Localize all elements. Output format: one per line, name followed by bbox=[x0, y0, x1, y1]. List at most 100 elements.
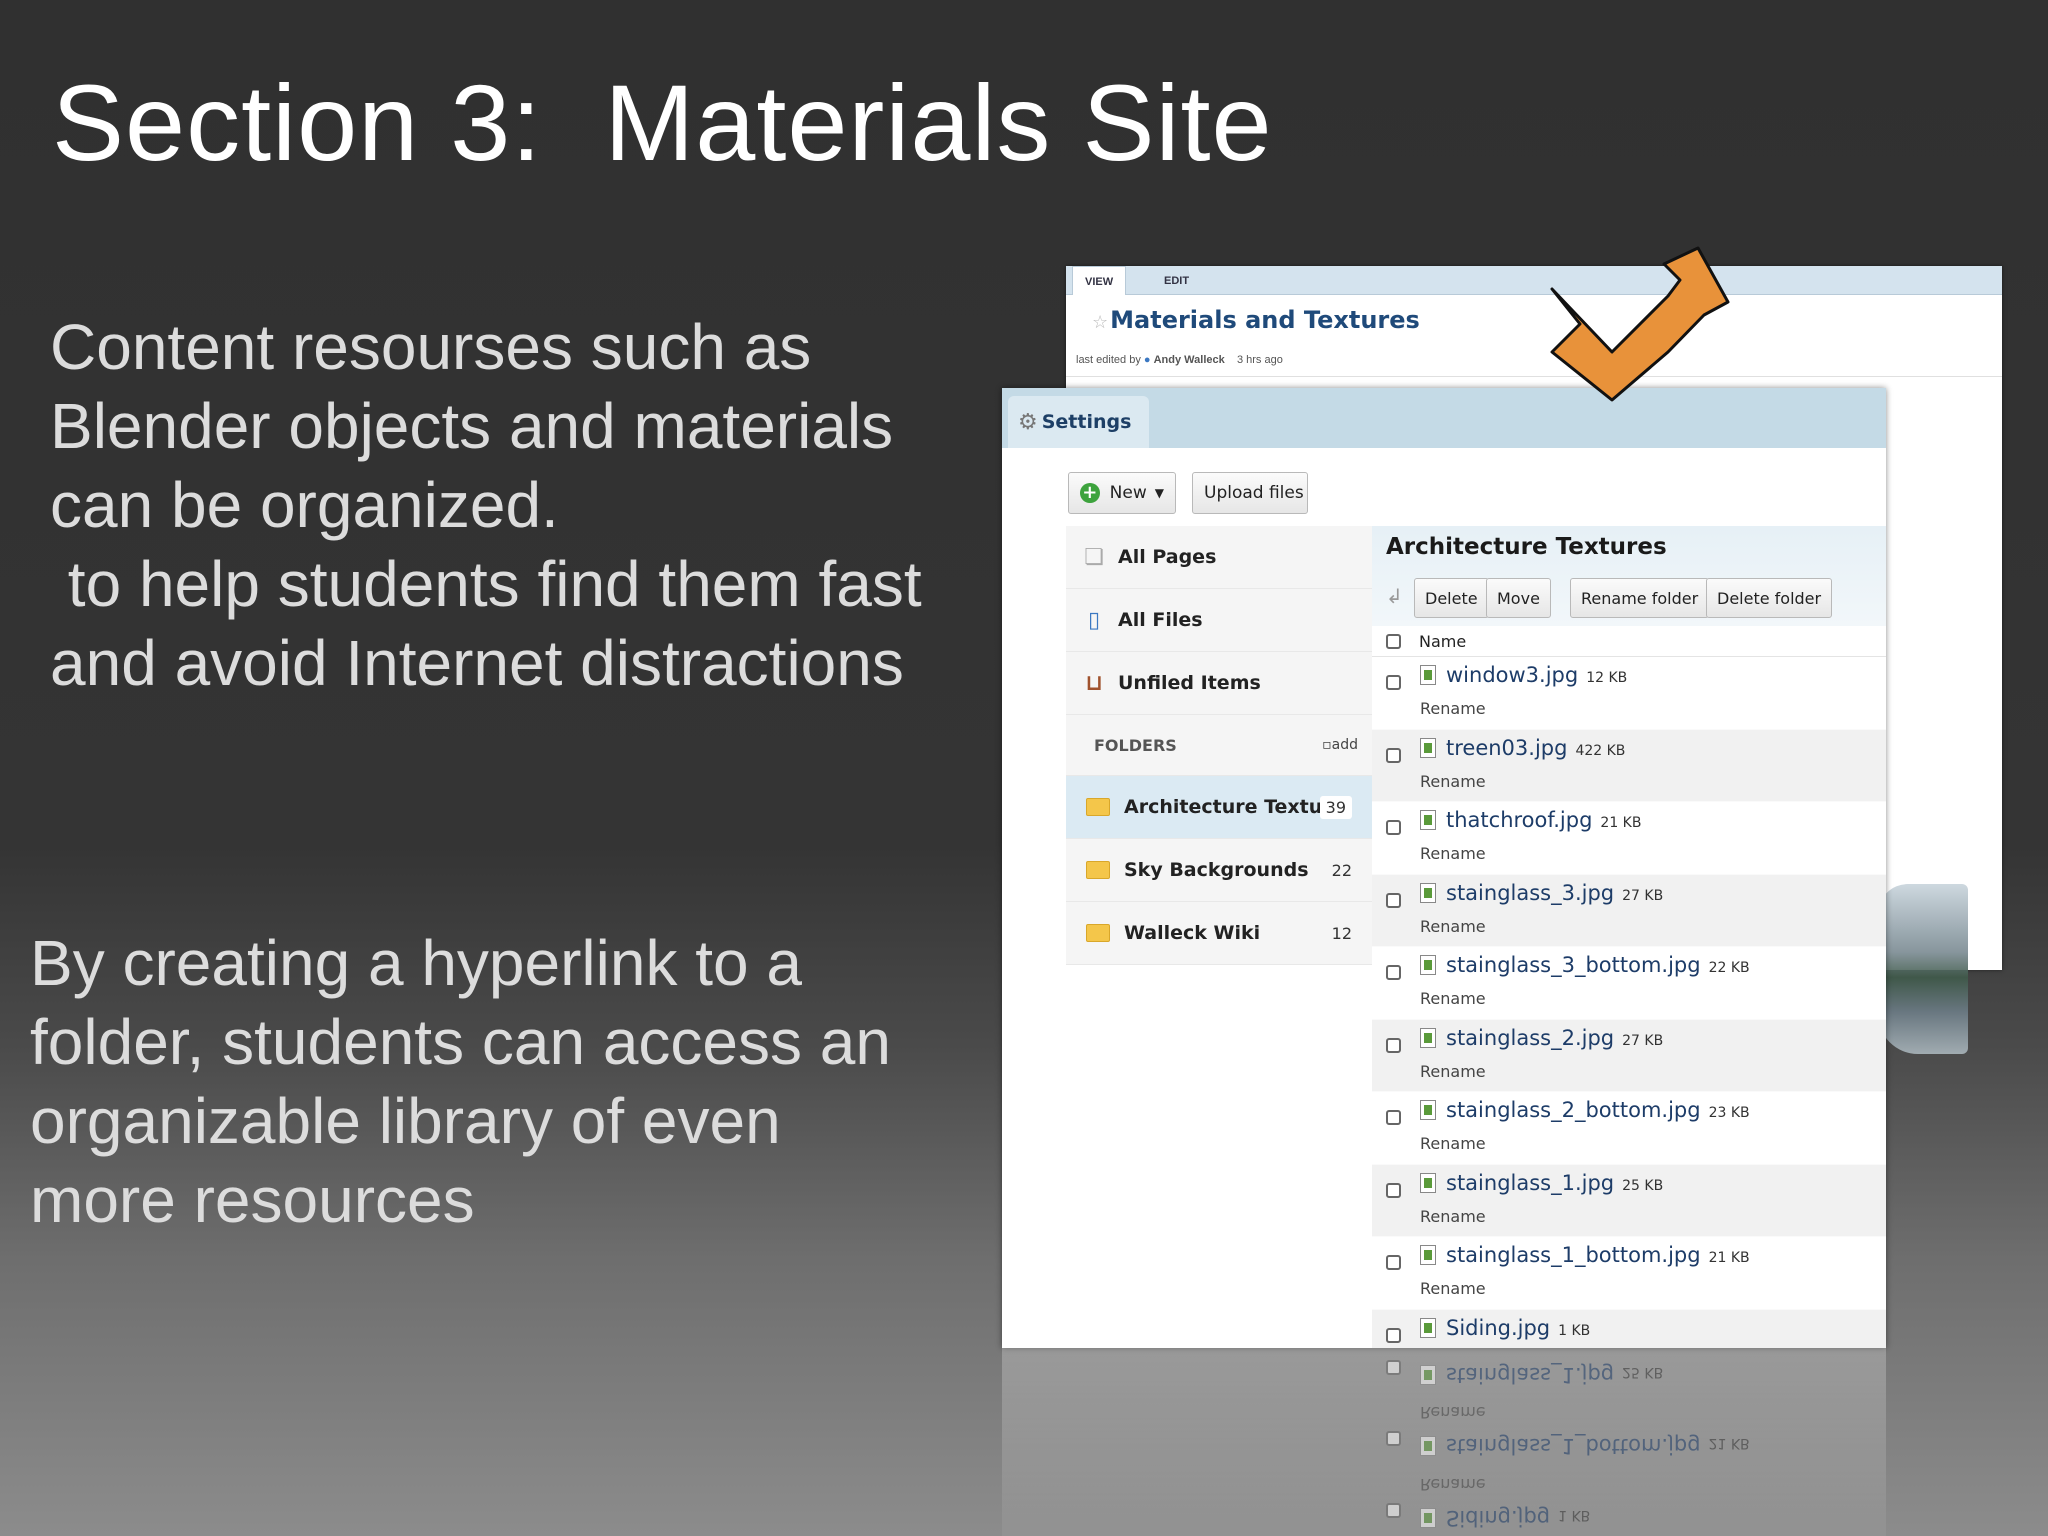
file-checkbox[interactable] bbox=[1386, 820, 1401, 835]
image-file-icon bbox=[1420, 955, 1436, 975]
file-row[interactable]: stainglass_1_bottom.jpg 21 KB Rename bbox=[1372, 1237, 1886, 1310]
file-row[interactable]: thatchroof.jpg 21 KB Rename bbox=[1372, 802, 1886, 875]
file-name-link[interactable]: stainglass_2_bottom.jpg 23 KB bbox=[1446, 1098, 1750, 1122]
rename-link[interactable]: Rename bbox=[1420, 699, 1486, 718]
file-row[interactable]: Siding.jpg 1 KB Rename bbox=[1372, 1309, 1886, 1348]
file-size: 22 KB bbox=[1708, 960, 1750, 976]
sidebar-item-all-files[interactable]: ▯ All Files bbox=[1066, 589, 1372, 652]
meta-user-link[interactable]: Andy Walleck bbox=[1154, 354, 1225, 366]
file-name-link[interactable]: treen03.jpg 422 KB bbox=[1446, 736, 1625, 760]
file-name-link[interactable]: stainglass_2.jpg 27 KB bbox=[1446, 1026, 1663, 1050]
file-size: 1 KB bbox=[1558, 1322, 1591, 1339]
star-icon[interactable]: ☆ bbox=[1092, 312, 1108, 333]
file-checkbox[interactable] bbox=[1386, 1110, 1401, 1125]
file-name[interactable]: stainglass_3_bottom.jpg bbox=[1446, 953, 1701, 977]
folders-header: FOLDERS ▫add bbox=[1066, 715, 1372, 776]
file-name-link: stainglass_1_bottom.jpg 21 KB bbox=[1446, 1435, 1750, 1459]
folder-icon bbox=[1086, 798, 1110, 816]
sidebar-item-all-pages[interactable]: ❏ All Pages bbox=[1066, 526, 1372, 589]
new-button[interactable]: + New ▼ bbox=[1068, 472, 1176, 514]
file-name-link[interactable]: stainglass_3.jpg 27 KB bbox=[1446, 881, 1663, 905]
rename-link[interactable]: Rename bbox=[1420, 1134, 1486, 1153]
file-name-link[interactable]: stainglass_1_bottom.jpg 21 KB bbox=[1446, 1243, 1750, 1267]
file-checkbox[interactable] bbox=[1386, 965, 1401, 980]
file-name[interactable]: stainglass_1.jpg bbox=[1446, 1171, 1614, 1195]
file-name-link[interactable]: stainglass_1.jpg 25 KB bbox=[1446, 1171, 1663, 1195]
image-file-icon bbox=[1420, 737, 1436, 758]
file-name[interactable]: stainglass_2_bottom.jpg bbox=[1446, 1098, 1701, 1122]
rename-link[interactable]: Rename bbox=[1420, 1062, 1486, 1081]
sidebar-item-label: All Pages bbox=[1118, 546, 1217, 568]
rename-link[interactable]: Rename bbox=[1420, 917, 1486, 936]
folder-count: 12 bbox=[1331, 923, 1352, 943]
file-name[interactable]: thatchroof.jpg bbox=[1446, 808, 1592, 832]
plus-icon: + bbox=[1080, 483, 1100, 503]
new-button-label: New bbox=[1109, 483, 1147, 503]
rename-link[interactable]: Rename bbox=[1420, 1279, 1486, 1298]
file-name[interactable]: window3.jpg bbox=[1446, 663, 1578, 687]
image-file-icon bbox=[1420, 665, 1436, 685]
file-name-link[interactable]: Siding.jpg 1 KB bbox=[1446, 1316, 1590, 1340]
folder-name: Architecture Textu... bbox=[1124, 796, 1344, 818]
reflected-file-row: Siding.jpg 1 KB Rename bbox=[1372, 1465, 1886, 1536]
delete-folder-button[interactable]: Delete folder bbox=[1706, 578, 1833, 618]
file-row[interactable]: stainglass_2_bottom.jpg 23 KB Rename bbox=[1372, 1092, 1886, 1165]
folders-heading: FOLDERS bbox=[1094, 735, 1177, 755]
slide-paragraph-content: Content resourses such as Blender object… bbox=[50, 311, 922, 699]
rename-link[interactable]: Rename bbox=[1420, 1207, 1486, 1226]
rename-folder-button[interactable]: Rename folder bbox=[1570, 578, 1710, 618]
files-settings-window: ⚙ Settings + New ▼ Upload files ❏ All Pa… bbox=[1002, 388, 1886, 1348]
file-checkbox[interactable] bbox=[1386, 1255, 1401, 1270]
file-row[interactable]: window3.jpg 12 KB Rename bbox=[1372, 657, 1886, 730]
rename-link[interactable]: Rename bbox=[1420, 772, 1486, 791]
sidebar-folder-walleck-wiki[interactable]: Walleck Wiki 12 bbox=[1066, 902, 1372, 965]
file-name[interactable]: stainglass_2.jpg bbox=[1446, 1026, 1614, 1050]
file-checkbox[interactable] bbox=[1386, 675, 1401, 690]
folder-icon bbox=[1086, 861, 1110, 879]
file-checkbox bbox=[1386, 1360, 1401, 1375]
wiki-page-title: ☆Materials and Textures bbox=[1092, 306, 1420, 334]
wiki-tab-bar: VIEW EDIT bbox=[1066, 266, 2002, 295]
image-file-icon bbox=[1420, 1365, 1436, 1385]
move-button[interactable]: Move bbox=[1486, 578, 1551, 618]
sidebar-item-label: All Files bbox=[1118, 609, 1203, 631]
tab-edit[interactable]: EDIT bbox=[1152, 266, 1201, 294]
file-name[interactable]: stainglass_1_bottom.jpg bbox=[1446, 1243, 1701, 1267]
file-checkbox[interactable] bbox=[1386, 1327, 1401, 1343]
sidebar-folder-sky-backgrounds[interactable]: Sky Backgrounds 22 bbox=[1066, 839, 1372, 902]
tab-view[interactable]: VIEW bbox=[1072, 266, 1127, 295]
upload-files-button[interactable]: Upload files bbox=[1192, 472, 1308, 514]
file-row[interactable]: stainglass_1.jpg 25 KB Rename bbox=[1372, 1164, 1886, 1237]
file-name-link[interactable]: stainglass_3_bottom.jpg 22 KB bbox=[1446, 953, 1750, 977]
add-folder-link[interactable]: ▫add bbox=[1322, 737, 1358, 753]
file-checkbox[interactable] bbox=[1386, 892, 1401, 908]
file-size: 25 KB bbox=[1622, 1177, 1664, 1194]
image-file-icon bbox=[1420, 810, 1436, 830]
sidebar-item-label: Unfiled Items bbox=[1118, 672, 1261, 694]
file-name: Siding.jpg bbox=[1446, 1506, 1551, 1530]
wiki-last-edited: last edited by ● Andy Walleck 3 hrs ago bbox=[1076, 354, 1283, 366]
file-name-link[interactable]: window3.jpg 12 KB bbox=[1446, 663, 1627, 687]
file-row[interactable]: stainglass_3_bottom.jpg 22 KB Rename bbox=[1372, 947, 1886, 1020]
rename-link[interactable]: Rename bbox=[1420, 844, 1486, 863]
file-row[interactable]: stainglass_3.jpg 27 KB Rename bbox=[1372, 874, 1886, 947]
delete-button[interactable]: Delete bbox=[1414, 578, 1489, 618]
file-name[interactable]: treen03.jpg bbox=[1446, 736, 1567, 760]
file-checkbox[interactable] bbox=[1386, 747, 1401, 763]
name-column-header[interactable]: Name bbox=[1419, 632, 1466, 651]
rename-link[interactable]: Rename bbox=[1420, 989, 1486, 1008]
sidebar-item-unfiled[interactable]: ⊔ Unfiled Items bbox=[1066, 652, 1372, 715]
file-name[interactable]: stainglass_3.jpg bbox=[1446, 881, 1614, 905]
file-checkbox[interactable] bbox=[1386, 1182, 1401, 1198]
file-name-link[interactable]: thatchroof.jpg 21 KB bbox=[1446, 808, 1641, 832]
select-all-checkbox[interactable] bbox=[1386, 633, 1401, 649]
file-row[interactable]: treen03.jpg 422 KB Rename bbox=[1372, 729, 1886, 802]
file-checkbox[interactable] bbox=[1386, 1037, 1401, 1053]
file-checkbox bbox=[1386, 1503, 1401, 1518]
tab-settings[interactable]: ⚙ Settings bbox=[1008, 396, 1150, 448]
sidebar-folder-architecture[interactable]: Architecture Textu... 39 bbox=[1066, 776, 1372, 839]
file-row[interactable]: stainglass_2.jpg 27 KB Rename bbox=[1372, 1019, 1886, 1092]
back-arrow-icon[interactable]: ↲ bbox=[1386, 584, 1403, 609]
file-name[interactable]: Siding.jpg bbox=[1446, 1316, 1550, 1340]
file-size: 25 KB bbox=[1622, 1364, 1664, 1380]
